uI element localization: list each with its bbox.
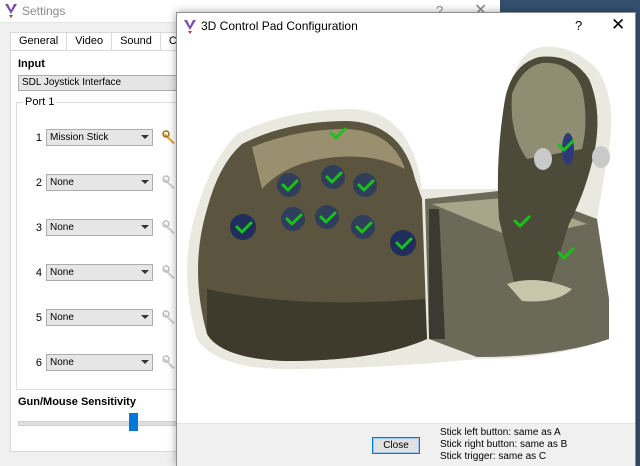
face-button — [353, 173, 377, 197]
port-device-select[interactable]: None — [46, 219, 153, 236]
sensitivity-slider-track[interactable] — [18, 421, 190, 426]
dropdown-arrow-icon — [141, 360, 149, 364]
control-pad-dialog: 3D Control Pad Configuration ? ✕ Close S… — [176, 12, 636, 466]
dialog-help-button[interactable]: ? — [575, 18, 582, 33]
face-button — [281, 207, 305, 231]
dropdown-arrow-icon — [141, 135, 149, 139]
port-device-select[interactable]: None — [46, 264, 153, 281]
dialog-titlebar: 3D Control Pad Configuration ? ✕ — [177, 13, 635, 39]
note-line: Stick right button: same as B — [440, 439, 568, 450]
face-button — [315, 205, 339, 229]
port-number: 3 — [35, 222, 42, 234]
sensitivity-label: Gun/Mouse Sensitivity — [18, 396, 136, 408]
port-number: 4 — [35, 267, 42, 279]
note-line: Stick left button: same as A — [440, 427, 561, 438]
app-logo-icon — [5, 4, 17, 18]
dropdown-arrow-icon — [141, 315, 149, 319]
dropdown-arrow-icon — [141, 270, 149, 274]
port-device-value: None — [50, 222, 74, 233]
close-button[interactable]: Close — [372, 437, 420, 454]
port-number: 1 — [35, 132, 42, 144]
port-device-select[interactable]: None — [46, 174, 153, 191]
port-device-select[interactable]: None — [46, 354, 153, 371]
port-number: 5 — [35, 312, 42, 324]
tab-general[interactable]: General — [10, 32, 68, 51]
port-device-value: None — [50, 357, 74, 368]
port-device-value: Mission Stick — [50, 132, 109, 143]
stick-button-right — [592, 146, 610, 168]
dialog-close-x-button[interactable]: ✕ — [611, 15, 625, 35]
input-section-label: Input — [18, 58, 45, 70]
port-device-value: None — [50, 267, 74, 278]
dropdown-arrow-icon — [141, 180, 149, 184]
face-button — [351, 215, 375, 239]
settings-tabs: General Video Sound Car — [10, 32, 196, 51]
dropdown-arrow-icon — [141, 225, 149, 229]
face-button — [277, 173, 301, 197]
port-device-select[interactable]: None — [46, 309, 153, 326]
tab-video[interactable]: Video — [66, 32, 113, 51]
dialog-footer: Close Stick left button: same as A Stick… — [177, 423, 635, 466]
port-device-select[interactable]: Mission Stick — [46, 129, 153, 146]
control-pad-illustration — [187, 46, 612, 370]
tab-sound[interactable]: Sound — [111, 32, 161, 51]
port-number: 2 — [35, 177, 42, 189]
settings-title: Settings — [22, 4, 66, 18]
port-device-value: None — [50, 177, 74, 188]
side-button-right — [390, 230, 416, 256]
port-group-label: Port 1 — [23, 96, 57, 108]
stick-button-left — [534, 148, 552, 170]
face-button — [321, 165, 345, 189]
note-line: Stick trigger: same as C — [440, 451, 547, 462]
button-mapping-notes: Stick left button: same as A Stick right… — [440, 427, 567, 463]
dialog-title: 3D Control Pad Configuration — [201, 19, 358, 33]
port-device-value: None — [50, 312, 74, 323]
stick-head — [511, 62, 586, 159]
app-logo-icon — [184, 20, 196, 34]
sensitivity-slider-thumb[interactable] — [129, 413, 138, 431]
port-number: 6 — [35, 357, 42, 369]
side-button-left — [230, 214, 256, 240]
